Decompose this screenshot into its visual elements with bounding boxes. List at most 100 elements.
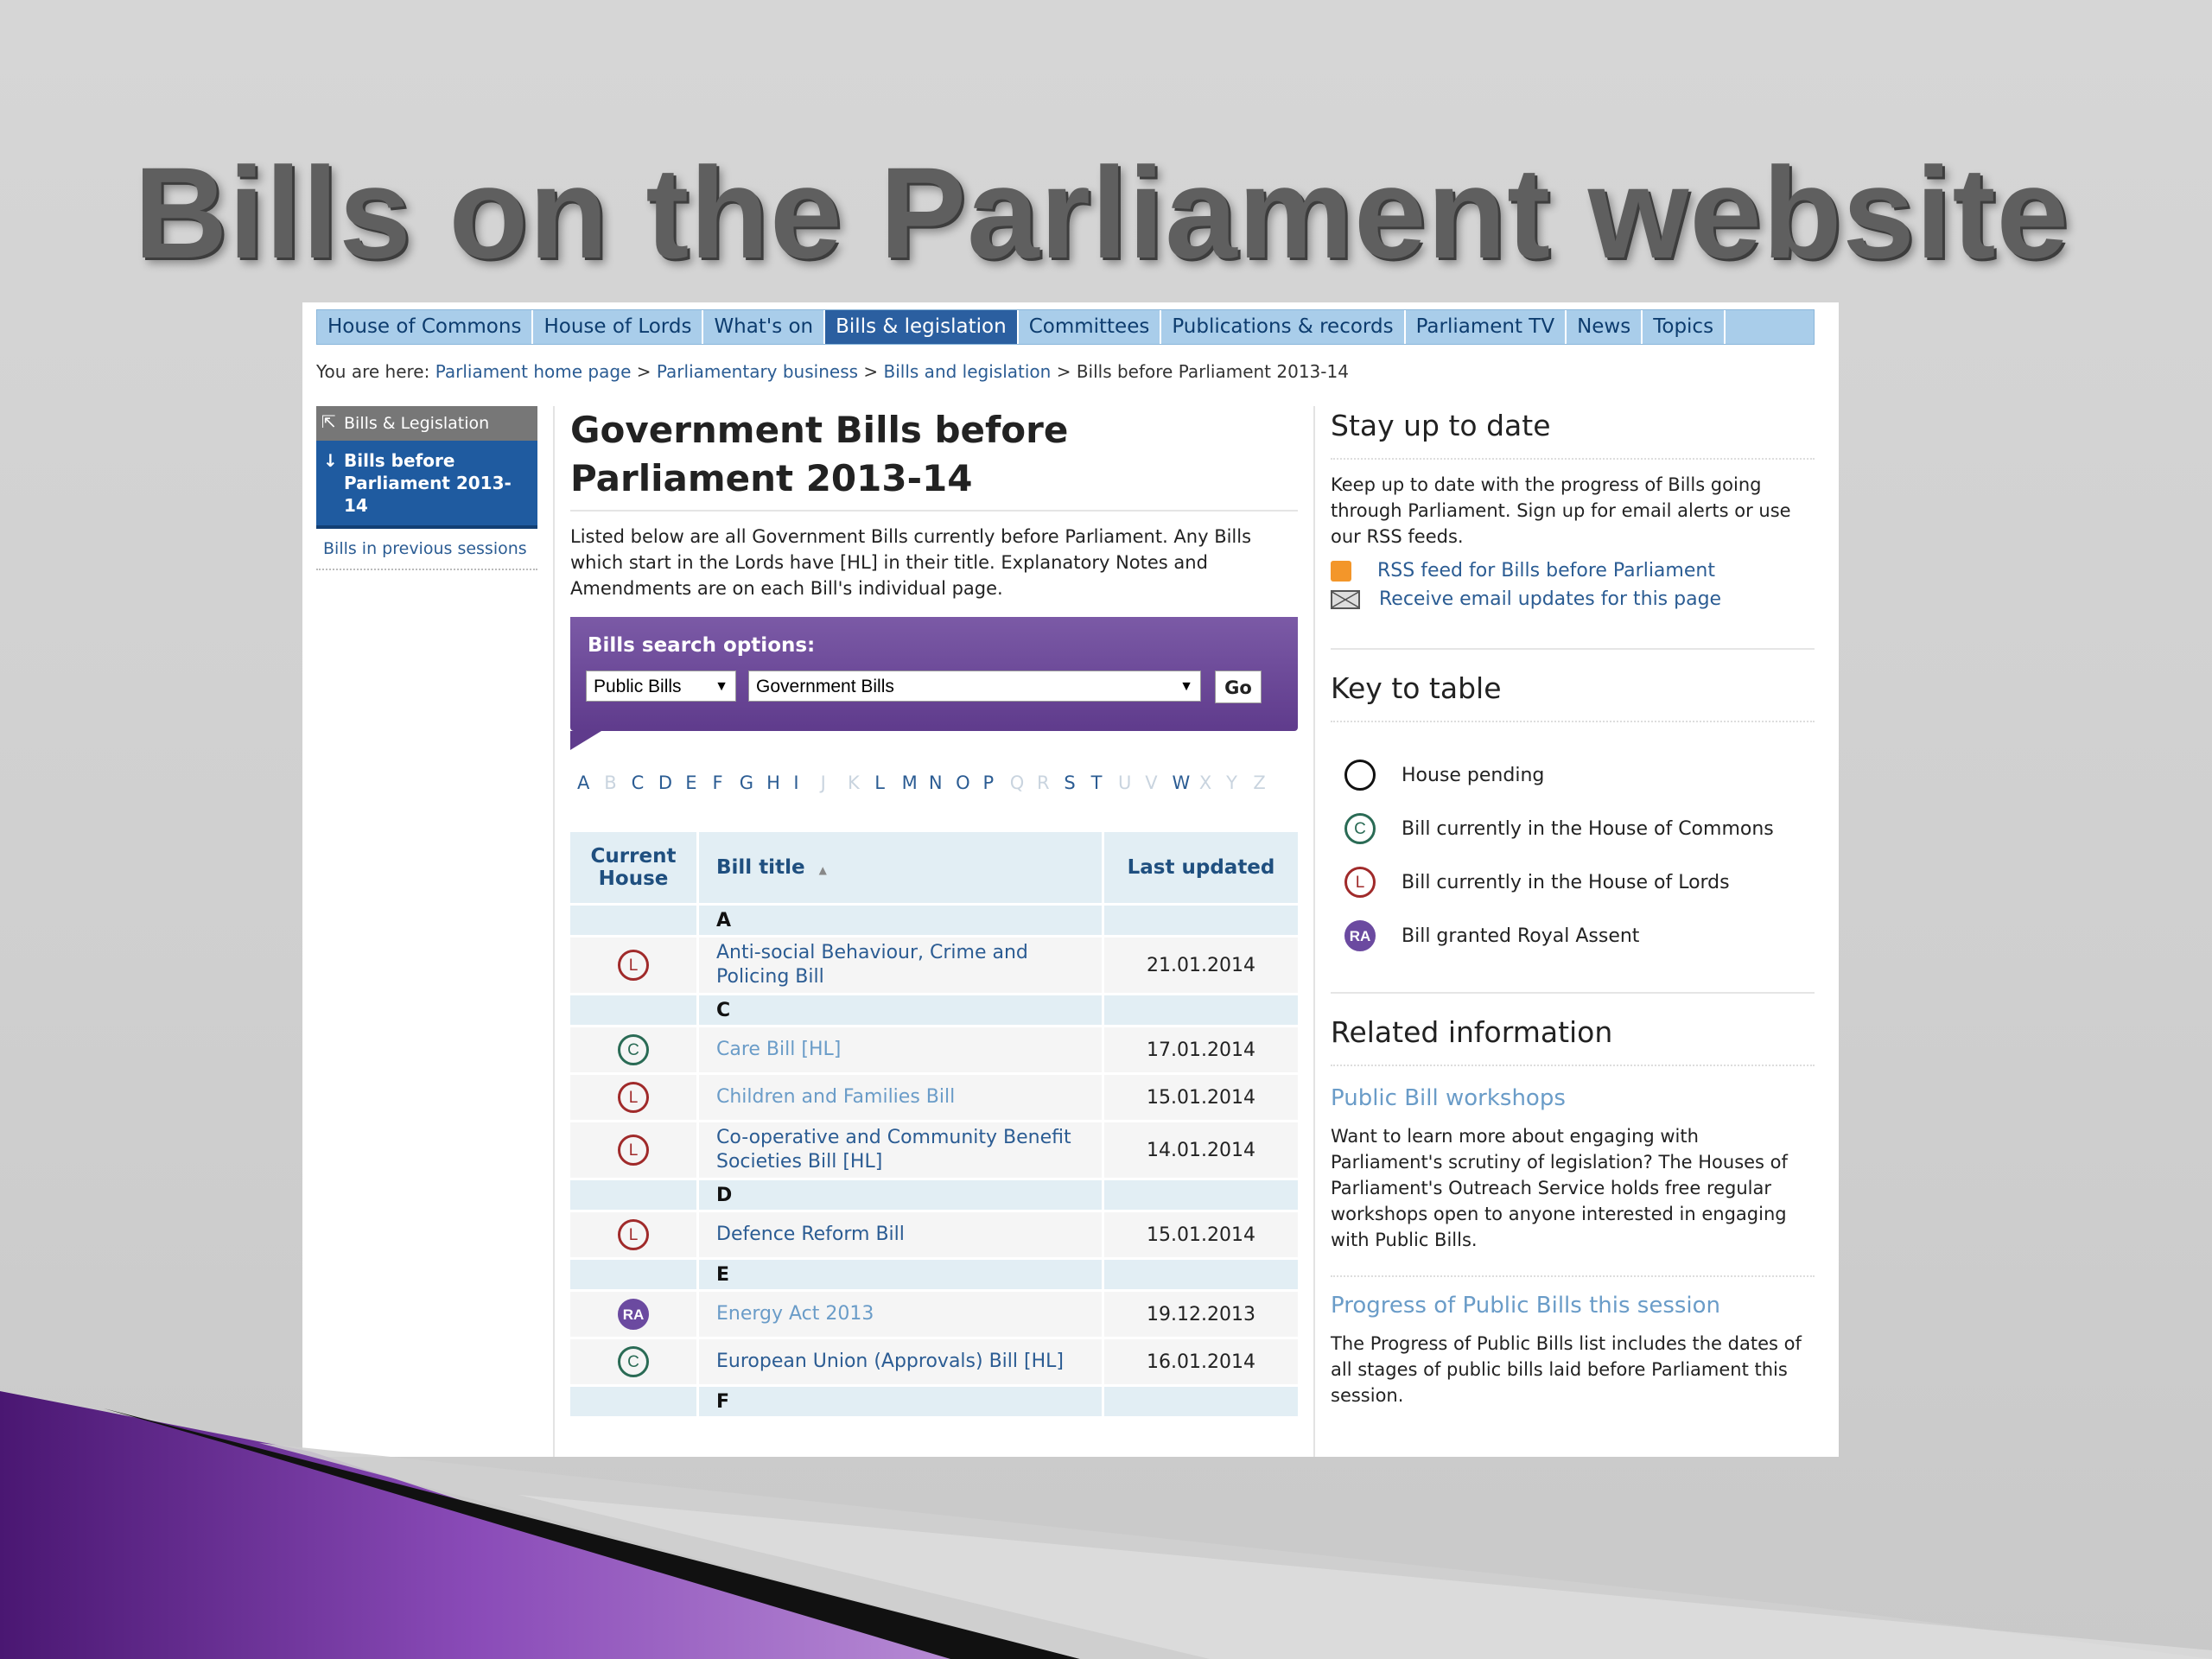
column-last-updated[interactable]: Last updated xyxy=(1104,832,1298,903)
alphabet-letter-s[interactable]: S xyxy=(1064,772,1090,793)
right-column: Stay up to date Keep up to date with the… xyxy=(1331,406,1815,1408)
bill-title-link[interactable]: Children and Families Bill xyxy=(699,1075,1102,1120)
nav-tab-parliament-tv[interactable]: Parliament TV xyxy=(1406,310,1567,344)
bill-title-link[interactable]: Energy Act 2013 xyxy=(699,1292,1102,1337)
alphabet-letter-e[interactable]: E xyxy=(685,772,712,793)
commons-icon: C xyxy=(1344,813,1376,844)
alphabet-letter-c[interactable]: C xyxy=(632,772,658,793)
breadcrumb-link-home[interactable]: Parliament home page xyxy=(435,361,632,382)
alphabet-letter-a[interactable]: A xyxy=(577,772,604,793)
sidebar-item-label: Bills & Legislation xyxy=(344,414,490,433)
lords-icon: L xyxy=(618,950,649,981)
column-current-house[interactable]: Current House xyxy=(570,832,696,903)
bill-title-link[interactable]: Co-operative and Community Benefit Socie… xyxy=(699,1122,1102,1178)
alphabet-letter-m[interactable]: M xyxy=(902,772,929,793)
key-item: House pending xyxy=(1331,748,1815,802)
progress-of-public-bills-link[interactable]: Progress of Public Bills this session xyxy=(1331,1293,1815,1319)
empty-cell xyxy=(570,1180,696,1210)
empty-cell xyxy=(570,906,696,935)
royal-assent-icon: RA xyxy=(618,1299,649,1330)
bill-category-select[interactable]: Government Bills ▼ xyxy=(748,671,1201,702)
alphabet-letter-f[interactable]: F xyxy=(712,772,739,793)
empty-cell xyxy=(1104,1180,1298,1210)
alphabet-letter-t[interactable]: T xyxy=(1091,772,1118,793)
lords-icon: L xyxy=(618,1135,649,1166)
public-bill-workshops-link[interactable]: Public Bill workshops xyxy=(1331,1085,1815,1111)
intro-text: Listed below are all Government Bills cu… xyxy=(570,526,1252,599)
rss-link-label: RSS feed for Bills before Parliament xyxy=(1377,560,1715,582)
alphabet-letter-u: U xyxy=(1117,772,1132,793)
column-bill-title[interactable]: Bill title ▲ xyxy=(699,832,1102,903)
current-house-cell: L xyxy=(570,1122,696,1178)
decorative-swoosh xyxy=(0,1391,2212,1659)
table-letter-row: D xyxy=(570,1180,1298,1210)
nav-tab-what-s-on[interactable]: What's on xyxy=(703,310,826,344)
website-screenshot: House of Commons House of Lords What's on B… xyxy=(302,302,1839,1457)
table-row: L Children and Families Bill 15.01.2014 xyxy=(570,1075,1298,1120)
divider xyxy=(1331,1275,1815,1277)
sidebar-item-previous-sessions[interactable]: Bills in previous sessions xyxy=(316,529,537,570)
last-updated-cell: 15.01.2014 xyxy=(1104,1212,1298,1257)
panel-pointer xyxy=(570,731,601,750)
email-updates-link[interactable]: Receive email updates for this page xyxy=(1331,588,1815,610)
breadcrumb-link-business[interactable]: Parliamentary business xyxy=(657,361,858,382)
nav-tab-bills-legislation[interactable]: Bills & legislation xyxy=(825,310,1019,344)
alphabet-letter-i[interactable]: I xyxy=(793,772,820,793)
alphabet-letter-q: Q xyxy=(1009,772,1025,793)
empty-cell xyxy=(1104,906,1298,935)
breadcrumb-prefix: You are here: xyxy=(316,361,430,382)
bills-search-panel: Bills search options: Public Bills ▼ Gov… xyxy=(570,617,1298,750)
workshops-text: Want to learn more about engaging with P… xyxy=(1331,1126,1788,1250)
nav-tab-house-of-commons[interactable]: House of Commons xyxy=(317,310,534,344)
nav-tab-topics[interactable]: Topics xyxy=(1643,310,1726,344)
alphabet-letter-w[interactable]: W xyxy=(1173,772,1199,793)
alphabet-letter-g[interactable]: G xyxy=(740,772,766,793)
sidebar: ⇱ Bills & Legislation ↓ Bills before Par… xyxy=(316,406,537,570)
alphabet-filter: ABCDEFGHIJKLMNOPQRSTUVWXYZ xyxy=(570,772,1298,793)
empty-cell xyxy=(1104,995,1298,1025)
alphabet-letter-h[interactable]: H xyxy=(766,772,793,793)
bill-title-link[interactable]: Care Bill [HL] xyxy=(699,1027,1102,1072)
divider xyxy=(1313,406,1315,1457)
breadcrumb-link-bills[interactable]: Bills and legislation xyxy=(884,361,1052,382)
breadcrumb-separator: > xyxy=(863,361,879,382)
nav-tab-news[interactable]: News xyxy=(1567,310,1643,344)
column-label: Bill title xyxy=(716,856,805,879)
house-pending-icon xyxy=(1344,760,1376,791)
nav-tab-committees[interactable]: Committees xyxy=(1019,310,1162,344)
dropdown-arrow-icon: ▼ xyxy=(715,679,728,694)
bill-title-link[interactable]: Anti-social Behaviour, Crime and Policin… xyxy=(699,938,1102,993)
rss-link[interactable]: RSS feed for Bills before Parliament xyxy=(1331,560,1815,582)
key-item-label: Bill granted Royal Assent xyxy=(1402,925,1640,947)
table-header-row: Current House Bill title ▲ Last updated xyxy=(570,832,1298,903)
letter-heading: C xyxy=(699,995,1102,1025)
sidebar-item-bills-legislation[interactable]: ⇱ Bills & Legislation xyxy=(316,406,537,441)
royal-assent-icon: RA xyxy=(1344,920,1376,951)
email-link-label: Receive email updates for this page xyxy=(1379,588,1722,610)
key-heading: Key to table xyxy=(1331,669,1815,722)
bill-type-select[interactable]: Public Bills ▼ xyxy=(586,671,736,702)
current-house-cell: C xyxy=(570,1027,696,1072)
table-row: L Defence Reform Bill 15.01.2014 xyxy=(570,1212,1298,1257)
alphabet-letter-y: Y xyxy=(1226,772,1237,793)
nav-tab-publications-records[interactable]: Publications & records xyxy=(1161,310,1406,344)
go-button[interactable]: Go xyxy=(1215,671,1262,703)
key-item-label: House pending xyxy=(1402,764,1545,786)
alphabet-letter-r: R xyxy=(1037,772,1050,793)
bill-title-link[interactable]: European Union (Approvals) Bill [HL] xyxy=(699,1339,1102,1384)
nav-tab-house-of-lords[interactable]: House of Lords xyxy=(533,310,704,344)
alphabet-letter-o[interactable]: O xyxy=(956,772,982,793)
last-updated-cell: 21.01.2014 xyxy=(1104,938,1298,993)
alphabet-letter-d[interactable]: D xyxy=(658,772,685,793)
alphabet-letter-p[interactable]: P xyxy=(982,772,1009,793)
breadcrumb-current: Bills before Parliament 2013-14 xyxy=(1076,361,1349,382)
alphabet-letter-z: Z xyxy=(1253,772,1266,793)
last-updated-cell: 17.01.2014 xyxy=(1104,1027,1298,1072)
key-item-label: Bill currently in the House of Commons xyxy=(1402,817,1774,840)
sidebar-item-bills-before-parliament[interactable]: ↓ Bills before Parliament 2013-14 xyxy=(316,441,537,529)
bill-title-link[interactable]: Defence Reform Bill xyxy=(699,1212,1102,1257)
alphabet-letter-n[interactable]: N xyxy=(929,772,956,793)
alphabet-letter-l[interactable]: L xyxy=(874,772,901,793)
breadcrumb: You are here: Parliament home page > Par… xyxy=(316,361,1349,382)
last-updated-cell: 15.01.2014 xyxy=(1104,1075,1298,1120)
